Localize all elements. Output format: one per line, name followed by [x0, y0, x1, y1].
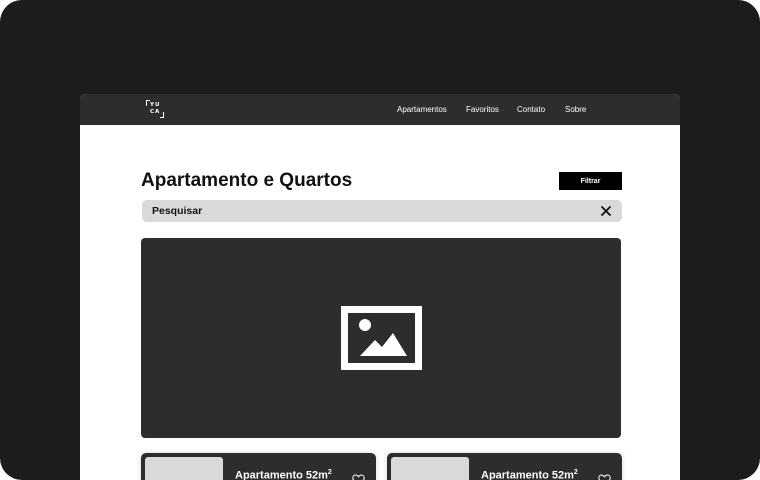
image-placeholder-icon [341, 306, 422, 370]
card-title: Apartamento 52m2 [235, 469, 332, 480]
nav-link-sobre[interactable]: Sobre [565, 105, 586, 114]
card-title-text: Apartamento 52m [235, 469, 328, 480]
close-icon[interactable] [599, 204, 613, 218]
card-title-unit: 2 [327, 469, 332, 476]
browser-window: YU CA Apartamentos Favoritos Contato Sob… [80, 94, 680, 480]
card-thumbnail [145, 457, 223, 480]
yuca-logo[interactable]: YU CA [146, 100, 164, 118]
page-title: Apartamento e Quartos [141, 170, 353, 191]
top-navbar: YU CA Apartamentos Favoritos Contato Sob… [80, 94, 680, 125]
search-input[interactable] [152, 204, 582, 218]
nav-link-favoritos[interactable]: Favoritos [466, 105, 499, 114]
listing-card[interactable]: Apartamento 52m2 [387, 453, 622, 480]
device-frame: YU CA Apartamentos Favoritos Contato Sob… [0, 0, 760, 480]
card-title-text: Apartamento 52m [481, 469, 574, 480]
listing-card[interactable]: Apartamento 52m2 [141, 453, 376, 480]
nav-link-apartamentos[interactable]: Apartamentos [397, 105, 447, 114]
heart-icon[interactable] [352, 473, 365, 480]
card-thumbnail [391, 457, 469, 480]
search-bar [142, 200, 622, 222]
hero-image-placeholder [141, 238, 621, 438]
filter-button[interactable]: Filtrar [559, 172, 622, 190]
logo-line-2: CA [150, 109, 161, 115]
card-title-unit: 2 [573, 469, 578, 476]
logo-corner-bottom [160, 112, 164, 118]
heart-icon[interactable] [598, 473, 611, 480]
nav-link-contato[interactable]: Contato [517, 105, 545, 114]
card-title: Apartamento 52m2 [481, 469, 578, 480]
